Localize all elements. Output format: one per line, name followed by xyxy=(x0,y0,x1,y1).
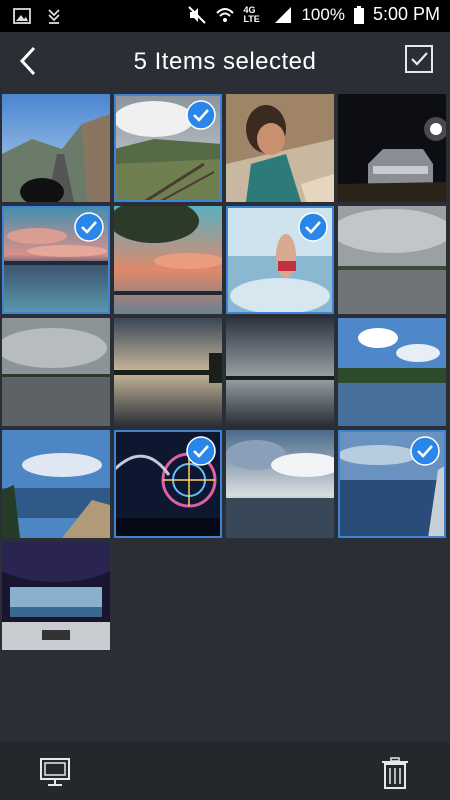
lte-label: 4G LTE xyxy=(243,4,260,24)
signal-icon xyxy=(273,5,293,25)
select-all-checkbox-icon xyxy=(405,45,433,73)
wifi-icon xyxy=(215,5,235,25)
photo-thumbnail-13[interactable] xyxy=(2,430,110,538)
trash-icon xyxy=(382,757,408,789)
mute-icon xyxy=(187,5,207,25)
photo-thumbnail-17[interactable] xyxy=(2,542,110,650)
battery-percent: 100% xyxy=(301,4,345,24)
selected-check-icon xyxy=(410,436,440,466)
selected-check-icon xyxy=(186,436,216,466)
photo-thumbnail-7[interactable] xyxy=(226,206,334,314)
selected-check-icon xyxy=(186,100,216,130)
photo-thumbnail-10[interactable] xyxy=(114,318,222,426)
page-title: 5 Items selected xyxy=(133,48,317,75)
clock: 5:00 PM xyxy=(372,4,440,24)
photo-thumbnail-16[interactable] xyxy=(338,430,446,538)
selected-check-icon xyxy=(298,212,328,242)
select-all-button[interactable] xyxy=(404,44,434,74)
selected-check-icon xyxy=(74,212,104,242)
bottom-action-bar xyxy=(0,742,450,800)
photo-thumbnail-15[interactable] xyxy=(226,430,334,538)
photo-thumbnail-3[interactable] xyxy=(226,94,334,202)
photo-thumbnail-1[interactable] xyxy=(2,94,110,202)
app-bar: 5 Items selected xyxy=(0,32,450,90)
gallery-notification-icon xyxy=(12,6,32,26)
photo-thumbnail-12[interactable] xyxy=(338,318,446,426)
photo-thumbnail-11[interactable] xyxy=(226,318,334,426)
photo-thumbnail-4[interactable] xyxy=(338,94,446,202)
photo-thumbnail-8[interactable] xyxy=(338,206,446,314)
delete-button[interactable] xyxy=(378,756,412,790)
status-bar: 4G LTE 100% 5:00 PM xyxy=(0,0,450,32)
slideshow-button[interactable] xyxy=(38,756,72,790)
photo-thumbnail-5[interactable] xyxy=(2,206,110,314)
photo-thumbnail-2[interactable] xyxy=(114,94,222,202)
photo-thumbnail-6[interactable] xyxy=(114,206,222,314)
monitor-icon xyxy=(40,758,70,786)
photo-thumbnail-9[interactable] xyxy=(2,318,110,426)
photo-thumbnail-14[interactable] xyxy=(114,430,222,538)
download-notification-icon xyxy=(44,6,64,26)
battery-icon xyxy=(353,5,365,25)
